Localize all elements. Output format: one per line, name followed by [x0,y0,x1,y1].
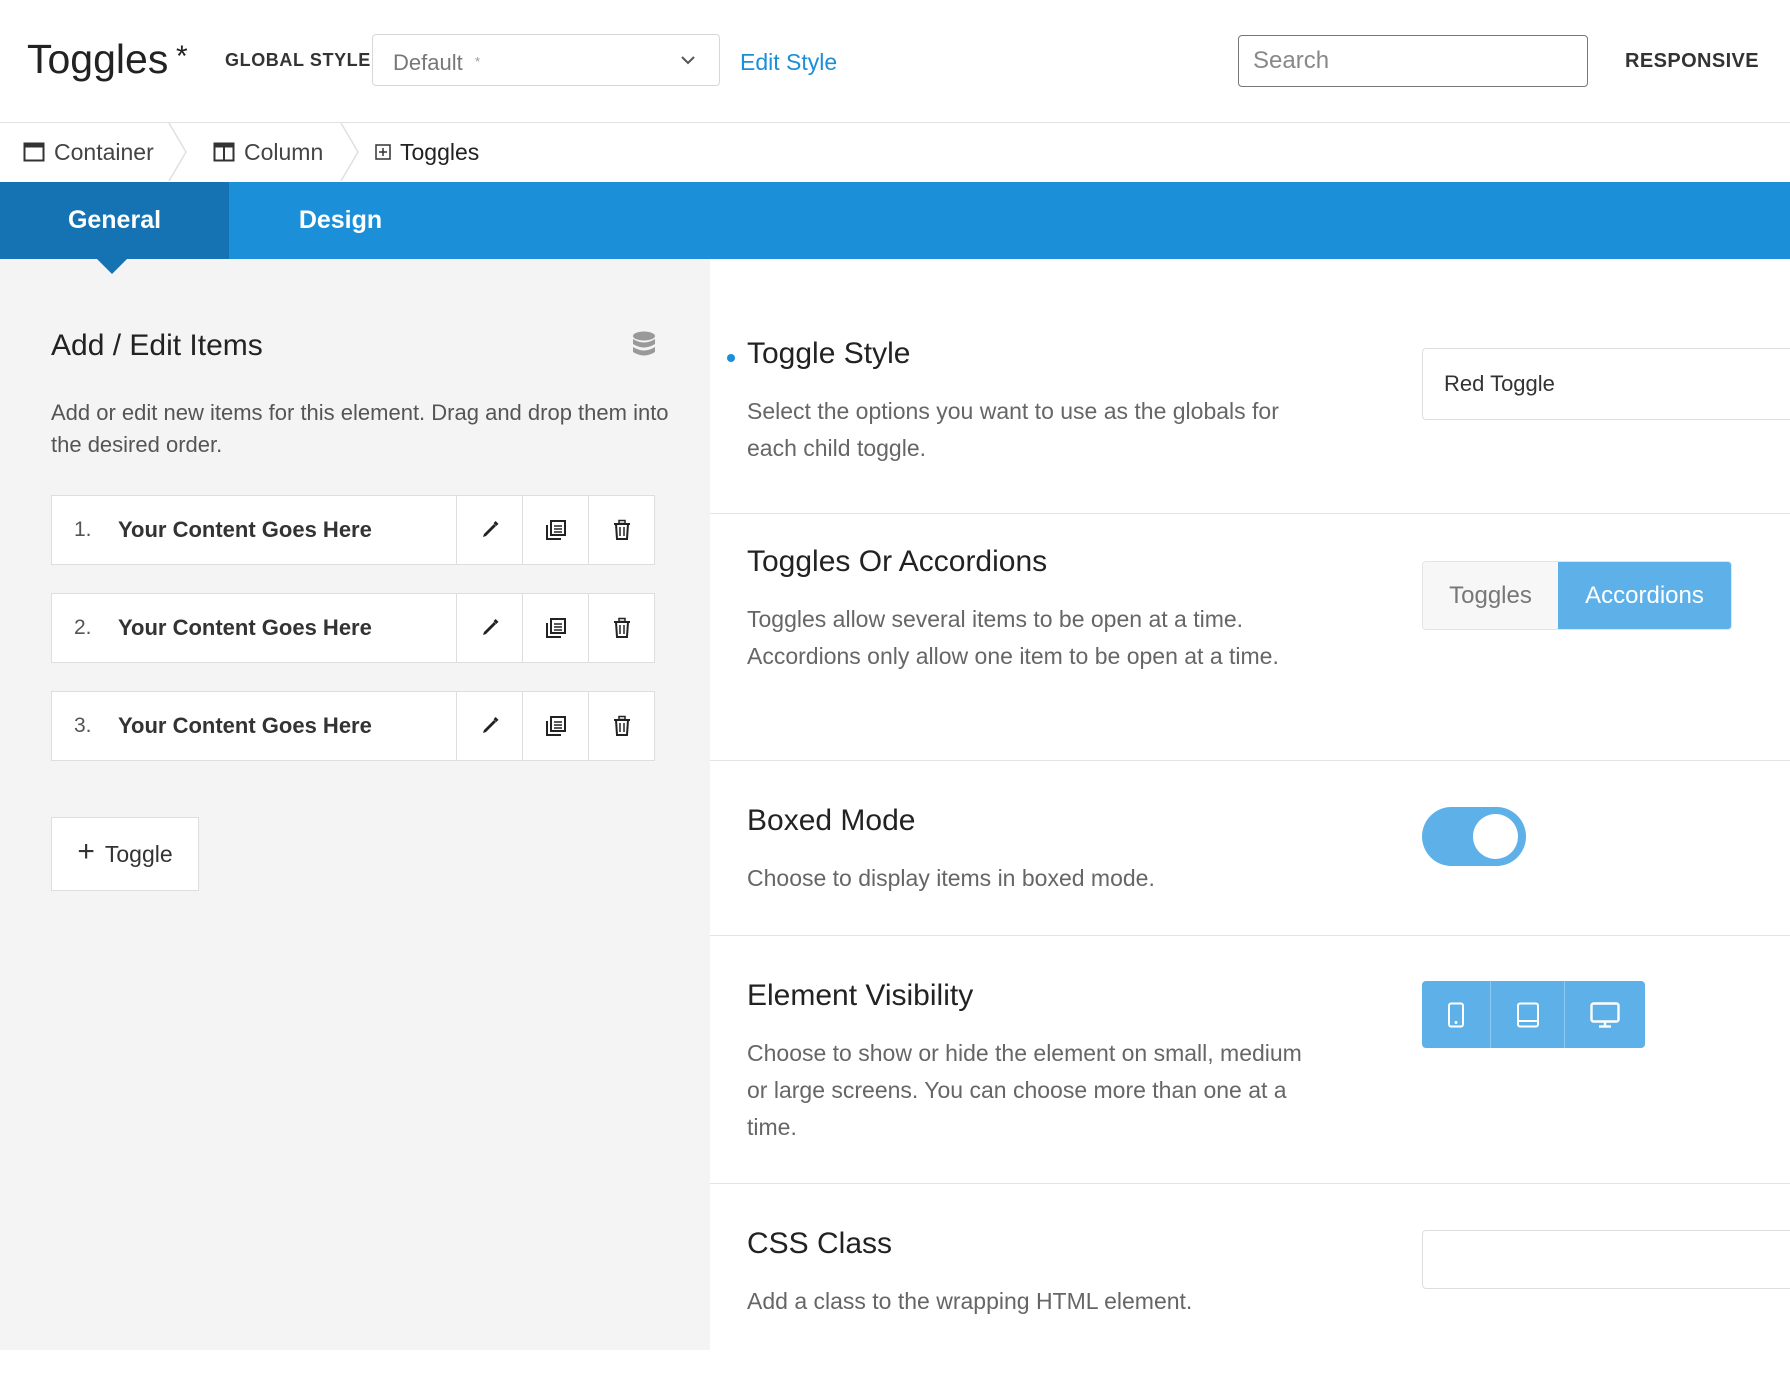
item-number: 1. [74,518,92,541]
setting-description: Toggles allow several items to be open a… [747,606,1279,669]
trash-icon [613,519,630,540]
setting-title: Toggle Style [747,337,911,370]
setting-description: Select the options you want to use as th… [747,398,1279,461]
delete-item-button[interactable] [589,496,654,564]
toggle-style-field[interactable]: Red Toggle [1422,348,1790,420]
item-title-area[interactable]: 3. Your Content Goes Here [52,692,457,760]
item-title-area[interactable]: 2. Your Content Goes Here [52,594,457,662]
clone-item-button[interactable] [523,692,589,760]
medium-screen-icon [1516,1002,1539,1027]
pen-icon [482,619,498,635]
css-class-input[interactable] [1422,1230,1790,1289]
modified-indicator-dot [727,354,735,362]
visibility-selector [1422,981,1645,1048]
delete-item-button[interactable] [589,692,654,760]
clone-item-button[interactable] [523,594,589,662]
item-label: Your Content Goes Here [118,615,372,640]
unsaved-marker: * [176,40,188,73]
items-panel: Add / Edit Items Add or edit new items f… [0,259,710,1350]
toggle-knob [1473,814,1518,859]
large-screen-icon [1590,1001,1620,1028]
database-icon[interactable] [632,331,656,359]
delete-item-button[interactable] [589,594,654,662]
list-item[interactable]: 1. Your Content Goes Here [51,495,655,565]
toggles-plus-icon [375,144,391,160]
setting-title: Boxed Mode [747,804,916,837]
edit-item-button[interactable] [457,692,523,760]
item-number: 2. [74,616,92,639]
breadcrumb-separator [340,123,359,181]
small-screen-icon [1448,1002,1464,1027]
breadcrumb-label: Container [54,138,154,165]
tab-general[interactable]: General [0,182,229,259]
chevron-down-icon [681,56,695,65]
list-item[interactable]: 3. Your Content Goes Here [51,691,655,761]
clone-icon [545,520,566,540]
settings-panel: Toggle Style Select the options you want… [710,259,1790,1350]
edit-item-button[interactable] [457,496,523,564]
toggles-accordions-selector: Toggles Accordions [1422,561,1732,630]
setting-title: Toggles Or Accordions [747,545,1048,578]
boxed-mode-toggle[interactable] [1422,807,1526,866]
option-toggles[interactable]: Toggles [1423,562,1558,629]
container-icon [23,142,45,162]
edit-style-link[interactable]: Edit Style [740,49,837,76]
edit-item-button[interactable] [457,594,523,662]
setting-toggles-or-accordions: Toggles Or Accordions Toggles allow seve… [710,513,1790,761]
tab-bar: General Design [0,182,1790,259]
element-title: Toggles [27,36,169,82]
global-style-label: GLOBAL STYLE [225,50,371,70]
active-tab-pointer [97,259,127,274]
setting-description: Add a class to the wrapping HTML element… [747,1288,1193,1314]
search-input[interactable] [1238,35,1588,87]
responsive-button[interactable]: RESPONSIVE [1625,50,1759,73]
item-label: Your Content Goes Here [118,713,372,738]
breadcrumb-item-container[interactable]: Container [23,123,154,181]
add-toggle-button[interactable]: + Toggle [51,817,199,891]
visibility-large-button[interactable] [1565,981,1645,1048]
add-toggle-label: Toggle [104,840,173,867]
item-number: 3. [74,714,92,737]
setting-title: CSS Class [747,1227,893,1260]
setting-title: Element Visibility [747,979,974,1012]
pen-icon [482,521,498,537]
global-style-marker: * [475,54,481,69]
clone-icon [545,618,566,638]
clone-icon [545,716,566,736]
column-icon [213,142,235,162]
top-header: Toggles * GLOBAL STYLE Default * Edit St… [0,0,1790,123]
tab-design[interactable]: Design [229,182,452,259]
pen-icon [482,717,498,733]
trash-icon [613,715,630,736]
option-accordions[interactable]: Accordions [1558,562,1731,629]
trash-icon [613,617,630,638]
breadcrumb: Container Column Toggles [0,123,1790,181]
item-label: Your Content Goes Here [118,517,372,542]
setting-description: Choose to display items in boxed mode. [747,865,1155,891]
items-description: Add or edit new items for this element. … [51,400,669,457]
item-title-area[interactable]: 1. Your Content Goes Here [52,496,457,564]
breadcrumb-label: Column [244,138,324,165]
visibility-small-button[interactable] [1422,981,1491,1048]
setting-toggle-style: Toggle Style Select the options you want… [710,259,1790,514]
setting-element-visibility: Element Visibility Choose to show or hid… [710,935,1790,1184]
setting-description: Choose to show or hide the element on sm… [747,1040,1302,1140]
clone-item-button[interactable] [523,496,589,564]
visibility-medium-button[interactable] [1491,981,1565,1048]
breadcrumb-item-toggles[interactable]: Toggles [375,123,479,181]
items-heading: Add / Edit Items [51,329,263,362]
breadcrumb-item-column[interactable]: Column [213,123,323,181]
list-item[interactable]: 2. Your Content Goes Here [51,593,655,663]
setting-boxed-mode: Boxed Mode Choose to display items in bo… [710,760,1790,936]
plus-icon: + [77,835,95,868]
global-style-value: Default [393,50,463,75]
global-style-select[interactable]: Default * [372,34,720,86]
breadcrumb-separator [168,123,187,181]
breadcrumb-label: Toggles [400,138,480,165]
